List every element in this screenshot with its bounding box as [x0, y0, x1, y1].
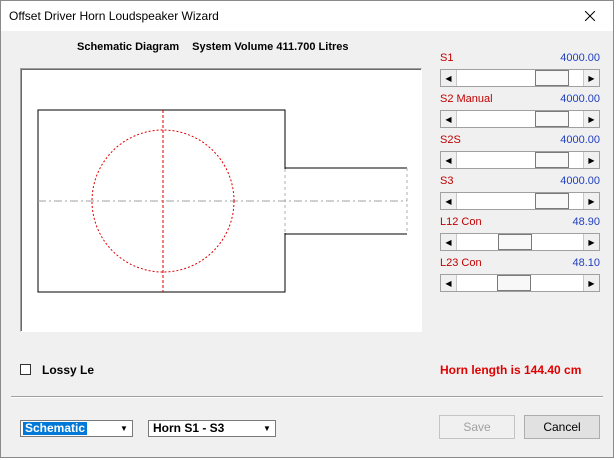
scroll-right-icon[interactable]: ▶: [583, 275, 599, 291]
scroll-right-icon[interactable]: ▶: [583, 152, 599, 168]
chevron-down-icon[interactable]: ▼: [116, 421, 132, 436]
view-select-value: Schematic: [23, 421, 88, 435]
schematic-drawing: [37, 109, 408, 293]
close-icon: [585, 11, 595, 21]
param-value: 4000.00: [560, 93, 600, 105]
scroll-left-icon[interactable]: ◀: [441, 111, 457, 127]
param-slider[interactable]: ◀ ▶: [440, 110, 600, 128]
diagram-heading: Schematic Diagram System Volume 411.700 …: [77, 41, 349, 53]
wizard-window: Offset Driver Horn Loudspeaker Wizard Sc…: [0, 0, 614, 458]
scroll-right-icon[interactable]: ▶: [583, 111, 599, 127]
param-label: S1: [440, 52, 454, 64]
param-slider[interactable]: ◀ ▶: [440, 192, 600, 210]
scroll-right-icon[interactable]: ▶: [583, 70, 599, 86]
horn-length-text: Horn length is 144.40 cm: [440, 363, 582, 377]
param-value: 4000.00: [560, 134, 600, 146]
scroll-left-icon[interactable]: ◀: [441, 193, 457, 209]
slider-thumb[interactable]: [535, 70, 569, 86]
window-title: Offset Driver Horn Loudspeaker Wizard: [9, 9, 219, 23]
slider-thumb[interactable]: [498, 234, 532, 250]
param-slider[interactable]: ◀ ▶: [440, 233, 600, 251]
chevron-down-icon[interactable]: ▼: [259, 421, 275, 436]
save-button[interactable]: Save: [439, 415, 515, 439]
close-button[interactable]: [567, 1, 613, 31]
scroll-left-icon[interactable]: ◀: [441, 70, 457, 86]
param-value: 4000.00: [560, 175, 600, 187]
scroll-left-icon[interactable]: ◀: [441, 152, 457, 168]
view-select[interactable]: Schematic ▼: [20, 420, 133, 437]
param-label: L23 Con: [440, 257, 482, 269]
schematic-diagram: [20, 68, 422, 332]
scroll-left-icon[interactable]: ◀: [441, 234, 457, 250]
scroll-left-icon[interactable]: ◀: [441, 275, 457, 291]
param-label: S2 Manual: [440, 93, 493, 105]
param-value: 48.90: [572, 216, 600, 228]
diagram-title: Schematic Diagram: [77, 41, 180, 53]
horn-select-value: Horn S1 - S3: [153, 421, 225, 435]
param-slider[interactable]: ◀ ▶: [440, 69, 600, 87]
scroll-right-icon[interactable]: ▶: [583, 234, 599, 250]
lossy-label[interactable]: Lossy Le: [42, 363, 94, 377]
param-slider[interactable]: ◀ ▶: [440, 274, 600, 292]
param-label: L12 Con: [440, 216, 482, 228]
horn-select[interactable]: Horn S1 - S3 ▼: [148, 420, 276, 437]
scroll-right-icon[interactable]: ▶: [583, 193, 599, 209]
slider-thumb[interactable]: [535, 193, 569, 209]
slider-thumb[interactable]: [535, 111, 569, 127]
param-slider[interactable]: ◀ ▶: [440, 151, 600, 169]
slider-thumb[interactable]: [497, 275, 531, 291]
cancel-button-label: Cancel: [543, 420, 581, 434]
system-volume: System Volume 411.700 Litres: [192, 41, 349, 53]
cancel-button[interactable]: Cancel: [524, 415, 600, 439]
save-button-label: Save: [463, 420, 491, 434]
param-label: S3: [440, 175, 454, 187]
lossy-checkbox[interactable]: [20, 364, 31, 375]
separator: [11, 396, 603, 398]
param-value: 48.10: [572, 257, 600, 269]
param-label: S2S: [440, 134, 461, 146]
param-value: 4000.00: [560, 52, 600, 64]
title-bar: Offset Driver Horn Loudspeaker Wizard: [1, 1, 613, 31]
slider-thumb[interactable]: [535, 152, 569, 168]
